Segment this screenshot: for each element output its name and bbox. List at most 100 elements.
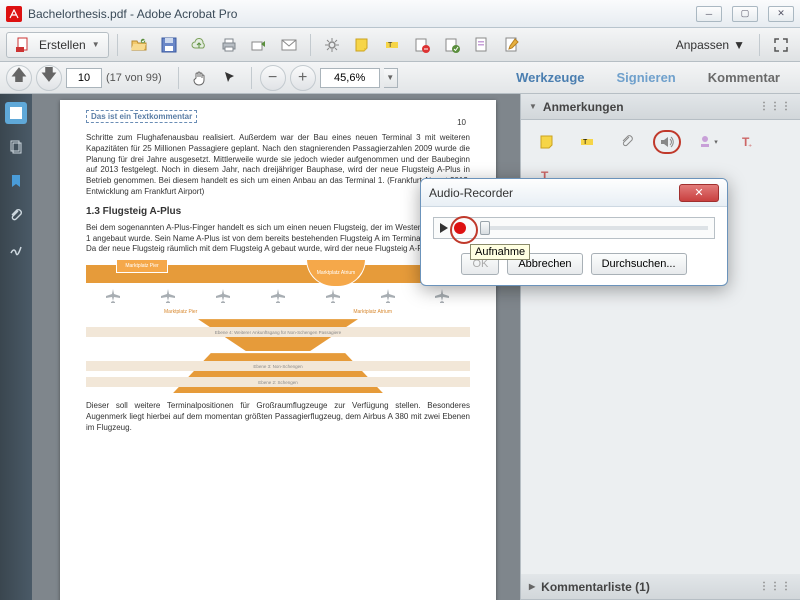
- toolbar-divider: [178, 67, 179, 89]
- comment-list-header[interactable]: ▶ Kommentarliste (1) ⋮⋮⋮: [521, 574, 800, 600]
- audio-recorder-dialog: Audio-Recorder ✕ Aufnahme OK Abbrechen D…: [420, 178, 728, 286]
- share-button[interactable]: [246, 32, 272, 58]
- cloud-button[interactable]: [186, 32, 212, 58]
- pdf-page: Das ist ein Textkommentar 10 Schritte zu…: [60, 100, 496, 600]
- browse-button[interactable]: Durchsuchen...: [591, 253, 687, 275]
- toolbar-divider: [117, 34, 118, 56]
- svg-text:₊: ₊: [748, 140, 752, 149]
- bookmarks-button[interactable]: [5, 170, 27, 192]
- customize-button[interactable]: Anpassen ▼: [670, 32, 751, 58]
- hand-tool-button[interactable]: [187, 65, 213, 91]
- highlight-button[interactable]: T: [379, 32, 405, 58]
- gear-icon: [323, 36, 341, 54]
- page-number-input[interactable]: [66, 68, 102, 88]
- create-label: Erstellen: [39, 38, 86, 52]
- stamp-button[interactable]: [439, 32, 465, 58]
- slider-knob[interactable]: [480, 221, 490, 235]
- stamp-icon: [443, 36, 461, 54]
- open-button[interactable]: [126, 32, 152, 58]
- text-box-tool[interactable]: T₊: [733, 130, 761, 154]
- zoom-out-button[interactable]: −: [260, 65, 286, 91]
- form-button[interactable]: [469, 32, 495, 58]
- toolbar-navigation: 🡅 🡇 (17 von 99) − + ▼ Werkzeuge Signiere…: [0, 62, 800, 94]
- panel-grip-icon: ⋮⋮⋮: [759, 581, 792, 592]
- comment-list-label: Kommentarliste (1): [541, 580, 650, 594]
- hand-icon: [191, 69, 209, 87]
- airplane-icon: [433, 287, 451, 305]
- delete-annotation-button[interactable]: [409, 32, 435, 58]
- dialog-title: Audio-Recorder: [429, 186, 513, 200]
- acrobat-app-icon: [6, 6, 22, 22]
- airplane-icon: [269, 287, 287, 305]
- record-audio-tool[interactable]: [653, 130, 681, 154]
- speaker-icon: [658, 133, 676, 151]
- annotations-label: Anmerkungen: [543, 100, 624, 114]
- tools-panel-link[interactable]: Werkzeuge: [502, 62, 598, 94]
- save-button[interactable]: [156, 32, 182, 58]
- email-button[interactable]: [276, 32, 302, 58]
- body-paragraph: Schritte zum Flughafenausbau realisiert.…: [86, 133, 470, 198]
- stamp-tool[interactable]: ▾: [693, 130, 721, 154]
- page-number-text: 10: [457, 118, 466, 127]
- fig-hub-label: Marktplatz Pier: [116, 259, 168, 273]
- printer-icon: [220, 36, 238, 54]
- dialog-titlebar[interactable]: Audio-Recorder ✕: [421, 179, 727, 207]
- delete-icon: [413, 36, 431, 54]
- sticky-note-tool[interactable]: [533, 130, 561, 154]
- zoom-dropdown-button[interactable]: ▼: [384, 68, 398, 88]
- toolbar-divider: [759, 34, 760, 56]
- comment-panel-link[interactable]: Kommentar: [694, 62, 794, 94]
- attachments-button[interactable]: [5, 204, 27, 226]
- cursor-icon: [221, 69, 239, 87]
- fullscreen-icon: [772, 36, 790, 54]
- print-button[interactable]: [216, 32, 242, 58]
- select-tool-button[interactable]: [217, 65, 243, 91]
- prev-page-button[interactable]: 🡅: [6, 65, 32, 91]
- next-page-button[interactable]: 🡇: [36, 65, 62, 91]
- edit-button[interactable]: [499, 32, 525, 58]
- edit-icon: [503, 36, 521, 54]
- settings-button[interactable]: [319, 32, 345, 58]
- svg-text:T: T: [583, 139, 588, 146]
- document-viewport[interactable]: Das ist ein Textkommentar 10 Schritte zu…: [32, 94, 520, 600]
- main-area: Das ist ein Textkommentar 10 Schritte zu…: [0, 94, 800, 600]
- toolbar-divider: [251, 67, 252, 89]
- airplane-icon: [104, 287, 122, 305]
- figure-diagram: Marktplatz Pier Marktplatz Atrium Marktp…: [86, 265, 470, 389]
- dialog-close-button[interactable]: ✕: [679, 184, 719, 202]
- highlight-tool[interactable]: T: [573, 130, 601, 154]
- annotations-header[interactable]: ▼ Anmerkungen ⋮⋮⋮: [521, 94, 800, 120]
- window-maximize-button[interactable]: ▢: [732, 6, 758, 22]
- window-close-button[interactable]: ✕: [768, 6, 794, 22]
- window-titlebar: Bachelorthesis.pdf - Adobe Acrobat Pro ─…: [0, 0, 800, 28]
- recorder-controls: Aufnahme: [433, 217, 715, 239]
- sticky-note-icon: [353, 36, 371, 54]
- fig-stripe: Ebene 3: Non-Schengen: [86, 361, 470, 371]
- thumbnails-button[interactable]: [5, 102, 27, 124]
- text-comment-marker[interactable]: Das ist ein Textkommentar: [86, 110, 197, 123]
- attach-file-tool[interactable]: [613, 130, 641, 154]
- cloud-upload-icon: [190, 36, 208, 54]
- fullscreen-button[interactable]: [768, 32, 794, 58]
- zoom-in-button[interactable]: +: [290, 65, 316, 91]
- sticky-note-button[interactable]: [349, 32, 375, 58]
- envelope-icon: [280, 36, 298, 54]
- comment-panel: ▼ Anmerkungen ⋮⋮⋮ T ▾ T₊ T ▶ Kommentarli…: [520, 94, 800, 600]
- page-count-label: (17 von 99): [106, 72, 162, 84]
- fig-hub-label: Marktplatz Atrium: [306, 259, 366, 287]
- window-minimize-button[interactable]: ─: [696, 6, 722, 22]
- zoom-input[interactable]: [320, 68, 380, 88]
- panel-grip-icon: ⋮⋮⋮: [759, 101, 792, 112]
- playback-slider[interactable]: [480, 226, 708, 230]
- section-heading: 1.3 Flugsteig A-Plus: [86, 206, 470, 217]
- body-paragraph: Bei dem sogenannten A-Plus-Finger handel…: [86, 223, 470, 255]
- airplane-icon: [159, 287, 177, 305]
- fig-label: Marktplatz Pier: [164, 309, 197, 315]
- create-pdf-icon: [15, 36, 33, 54]
- pages-button[interactable]: [5, 136, 27, 158]
- create-button[interactable]: Erstellen ▼: [6, 32, 109, 58]
- sign-panel-link[interactable]: Signieren: [603, 62, 690, 94]
- signatures-button[interactable]: [5, 238, 27, 260]
- record-button[interactable]: [454, 222, 466, 234]
- play-button[interactable]: [440, 223, 448, 233]
